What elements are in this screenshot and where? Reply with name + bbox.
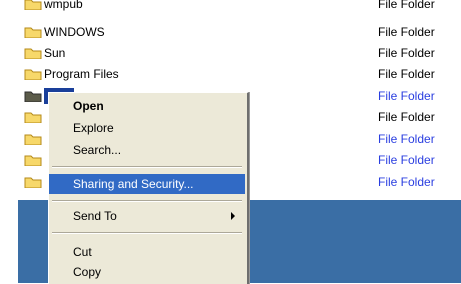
file-name: wmpub	[44, 0, 83, 11]
file-type: File Folder	[378, 89, 435, 103]
file-name: Sun	[44, 46, 66, 60]
folder-icon	[24, 177, 42, 188]
menu-item-send-to[interactable]: Send To	[49, 206, 245, 226]
folder-icon	[24, 134, 42, 145]
file-type: File Folder	[378, 0, 435, 11]
menu-item-label: Search...	[73, 143, 122, 157]
file-type: File Folder	[378, 132, 435, 146]
menu-item-label: Open	[73, 99, 104, 113]
file-name: Program Files	[44, 67, 119, 81]
file-type: File Folder	[378, 46, 435, 60]
menu-item-explore[interactable]: Explore	[49, 118, 245, 138]
context-menu: Open Explore Search... Sharing and Secur…	[48, 92, 249, 284]
folder-icon	[24, 0, 42, 10]
folder-icon	[24, 27, 42, 38]
file-type: File Folder	[378, 153, 435, 167]
file-type: File Folder	[378, 25, 435, 39]
folder-icon	[24, 112, 42, 123]
left-edge	[0, 0, 18, 283]
submenu-arrow-icon	[231, 212, 235, 220]
menu-separator	[52, 232, 242, 234]
file-type: File Folder	[378, 67, 435, 81]
menu-item-sharing-and-security[interactable]: Sharing and Security...	[49, 174, 245, 194]
menu-item-cut[interactable]: Cut	[49, 242, 245, 262]
folder-icon	[24, 69, 42, 80]
menu-separator	[52, 200, 242, 202]
file-row-wmpub[interactable]: wmpub File Folder	[18, 0, 461, 14]
file-row-sun[interactable]: Sun File Folder	[18, 43, 461, 63]
folder-icon	[24, 48, 42, 59]
menu-item-label: Sharing and Security...	[73, 177, 194, 191]
file-row-windows[interactable]: WINDOWS File Folder	[18, 22, 461, 42]
file-type: File Folder	[378, 110, 435, 124]
file-name: WINDOWS	[44, 25, 105, 39]
file-row-program-files[interactable]: Program Files File Folder	[18, 64, 461, 84]
menu-separator	[52, 166, 242, 168]
folder-icon	[24, 91, 42, 102]
folder-icon	[24, 155, 42, 166]
menu-item-label: Cut	[73, 245, 92, 259]
menu-item-copy[interactable]: Copy	[49, 262, 245, 282]
menu-item-label: Explore	[73, 121, 114, 135]
menu-item-open[interactable]: Open	[49, 96, 245, 116]
file-type: File Folder	[378, 175, 435, 189]
menu-item-search[interactable]: Search...	[49, 140, 245, 160]
menu-item-label: Copy	[73, 265, 102, 279]
menu-item-label: Send To	[73, 209, 117, 223]
